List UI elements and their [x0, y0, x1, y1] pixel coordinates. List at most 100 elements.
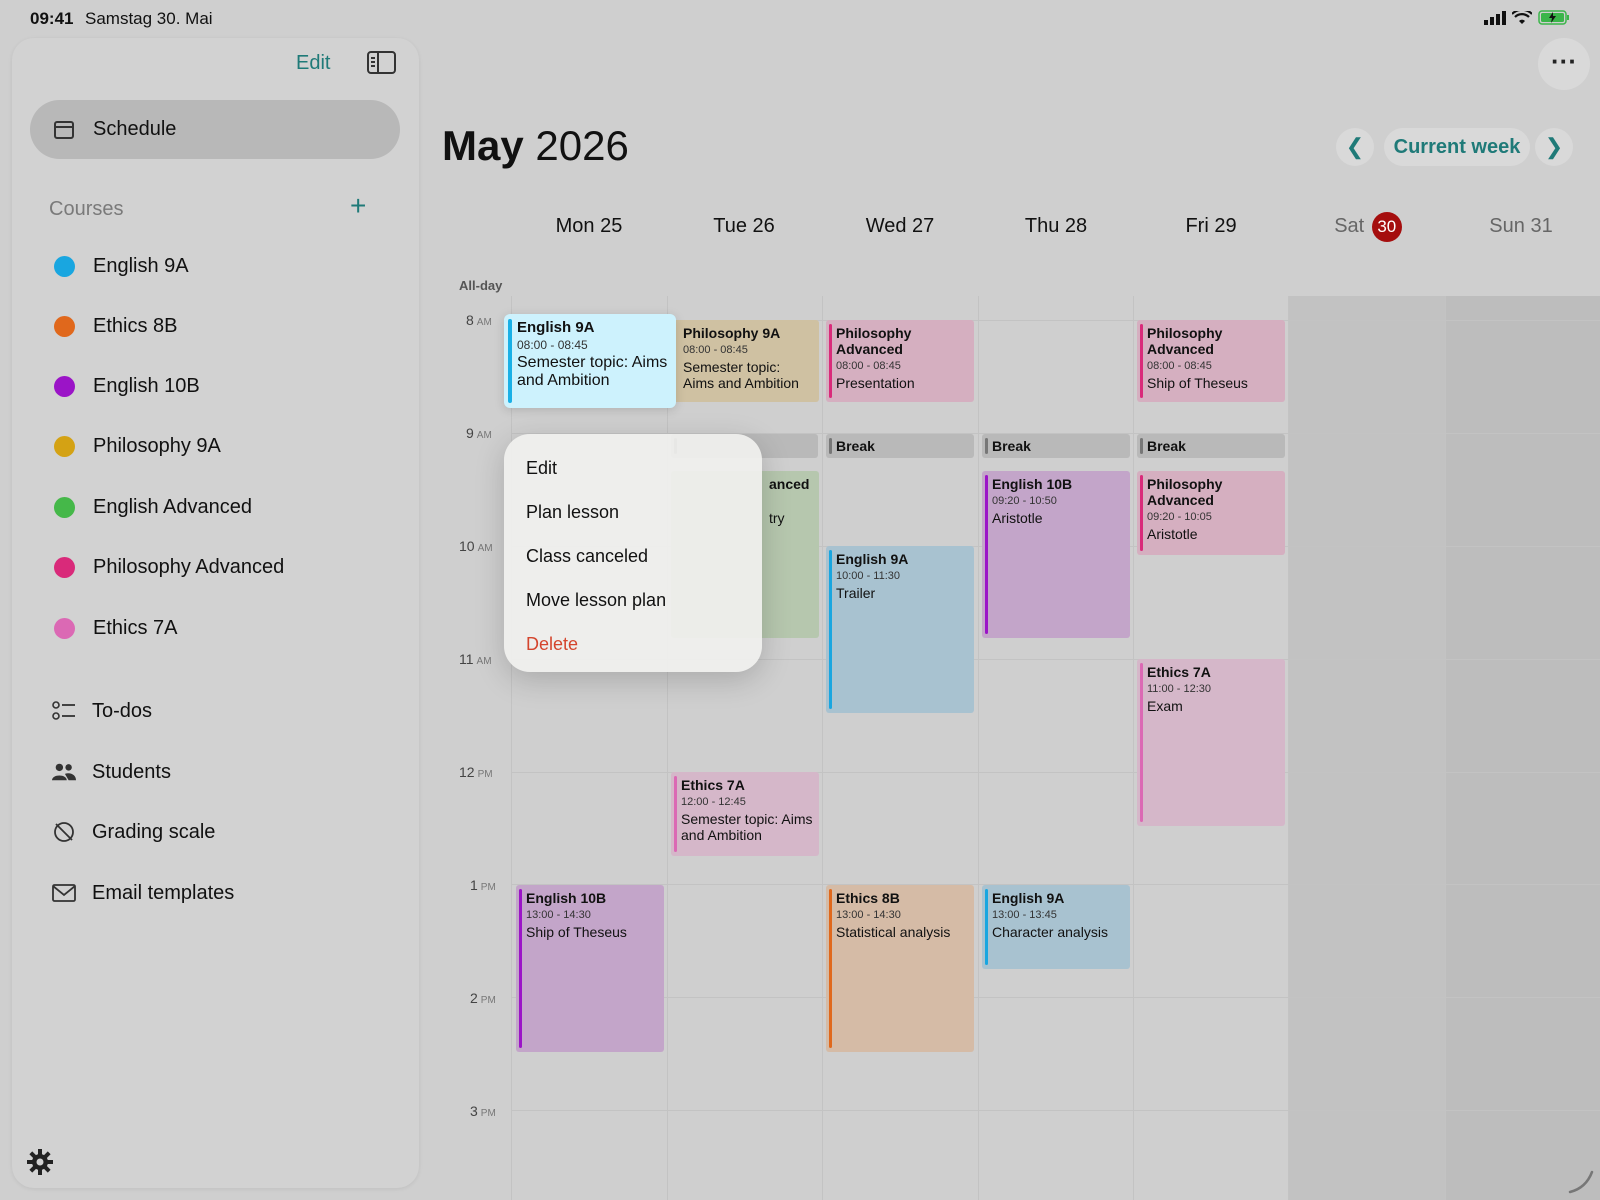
- menu-item-edit[interactable]: Edit: [504, 446, 762, 490]
- course-item-english-9a[interactable]: English 9A: [54, 246, 189, 286]
- menu-item-move-lesson-plan[interactable]: Move lesson plan: [504, 578, 762, 622]
- plus-icon[interactable]: +: [350, 192, 366, 220]
- break-event[interactable]: Break: [826, 434, 974, 458]
- current-week-button[interactable]: Current week: [1384, 128, 1530, 166]
- sidebar-item-email-templates[interactable]: Email templates: [52, 873, 234, 913]
- sidebar-item-students[interactable]: Students: [52, 752, 171, 792]
- gear-icon[interactable]: [26, 1148, 54, 1183]
- ellipsis-icon: ···: [1551, 46, 1577, 76]
- course-label: Philosophy 9A: [93, 434, 221, 457]
- course-label: English 10B: [93, 374, 200, 397]
- course-item-ethics-7a[interactable]: Ethics 7A: [54, 608, 177, 648]
- day-header-mon: Mon 25: [555, 215, 623, 237]
- today-badge: 30: [1371, 212, 1402, 242]
- event-ethics-8b[interactable]: Ethics 8B 13:00 - 14:30 Statistical anal…: [826, 885, 974, 1052]
- courses-header: Courses: [49, 198, 124, 220]
- menu-item-class-canceled[interactable]: Class canceled: [504, 534, 762, 578]
- cellular-signal-icon: [1484, 10, 1506, 25]
- calendar-icon: [54, 121, 74, 139]
- grid-line: [1288, 296, 1289, 1200]
- course-item-ethics-8b[interactable]: Ethics 8B: [54, 306, 177, 346]
- hour-label: 9 AM: [466, 425, 492, 441]
- grid-line: [978, 296, 979, 1200]
- hour-line: [511, 1110, 1600, 1111]
- grid-line: [511, 296, 512, 1200]
- resize-handle-icon[interactable]: [1566, 1166, 1596, 1196]
- event-english-9a[interactable]: English 9A 10:00 - 11:30 Trailer: [826, 546, 974, 713]
- hour-label: 10 AM: [459, 538, 493, 554]
- hour-label: 8 AM: [466, 312, 492, 328]
- day-header-sun: Sun 31: [1489, 215, 1553, 237]
- more-options-button[interactable]: ···: [1538, 38, 1590, 90]
- nav-label: To-dos: [92, 699, 153, 722]
- status-icons: [1484, 10, 1570, 25]
- checklist-icon: [52, 699, 76, 723]
- sidebar-item-grading-scale[interactable]: Grading scale: [52, 812, 215, 852]
- status-time: 09:41: [30, 9, 74, 28]
- event-english-9a-selected[interactable]: English 9A 08:00 - 08:45 Semester topic:…: [504, 314, 676, 408]
- grid-line: [822, 296, 823, 1200]
- hour-label: 3 PM: [470, 1103, 496, 1119]
- nav-label: Students: [92, 760, 171, 783]
- break-event[interactable]: Break: [982, 434, 1130, 458]
- course-color-dot: [54, 375, 75, 397]
- course-color-dot: [54, 315, 75, 337]
- course-color-dot: [54, 617, 75, 639]
- course-label: Philosophy Advanced: [93, 555, 285, 578]
- event-philosophy-advanced[interactable]: Philosophy Advanced 08:00 - 08:45 Ship o…: [1137, 320, 1285, 402]
- battery-charging-icon: [1538, 10, 1569, 25]
- course-color-dot: [54, 435, 75, 457]
- course-item-philosophy-9a[interactable]: Philosophy 9A: [54, 426, 221, 466]
- course-label: Ethics 7A: [93, 616, 178, 639]
- grid-line: [1133, 296, 1134, 1200]
- hour-label: 11 AM: [459, 651, 492, 667]
- event-philosophy-advanced[interactable]: Philosophy Advanced 09:20 - 10:05 Aristo…: [1137, 471, 1285, 555]
- event-philosophy-advanced[interactable]: Philosophy Advanced 08:00 - 08:45 Presen…: [826, 320, 974, 402]
- day-header-fri: Fri 29: [1185, 215, 1237, 237]
- weekend-column-sat: [1288, 296, 1445, 1200]
- grid-line: [1445, 296, 1446, 1200]
- sidebar-item-schedule[interactable]: [30, 100, 400, 159]
- hour-label: 12 PM: [459, 764, 493, 780]
- status-date: Samstag 30. Mai: [85, 9, 213, 28]
- menu-item-plan-lesson[interactable]: Plan lesson: [504, 490, 762, 534]
- event-english-10b[interactable]: English 10B 13:00 - 14:30 Ship of Theseu…: [516, 885, 664, 1052]
- day-header-tue: Tue 26: [713, 215, 775, 237]
- nav-label: Email templates: [92, 881, 235, 904]
- grid-line: [667, 296, 668, 1200]
- chevron-left-icon: ❮: [1345, 134, 1365, 159]
- grading-scale-icon: [52, 820, 76, 844]
- hour-line: [511, 997, 1600, 998]
- day-header-sat: Sat 30: [1292, 212, 1444, 242]
- course-label: Ethics 8B: [93, 314, 178, 337]
- event-philosophy-9a[interactable]: Philosophy 9A 08:00 - 08:45 Semester top…: [673, 320, 819, 402]
- break-event[interactable]: Break: [1137, 434, 1285, 458]
- event-english-9a[interactable]: English 9A 13:00 - 13:45 Character analy…: [982, 885, 1130, 969]
- previous-week-button[interactable]: ❮: [1336, 128, 1374, 166]
- course-item-english-10b[interactable]: English 10B: [54, 366, 200, 406]
- course-item-english-advanced[interactable]: English Advanced: [54, 487, 252, 527]
- course-item-philosophy-advanced[interactable]: Philosophy Advanced: [54, 547, 284, 587]
- context-menu: Edit Plan lesson Class canceled Move les…: [504, 434, 762, 672]
- chevron-right-icon: ❯: [1544, 134, 1564, 159]
- menu-item-delete[interactable]: Delete: [504, 622, 762, 666]
- envelope-icon: [52, 881, 76, 905]
- event-ethics-7a[interactable]: Ethics 7A 11:00 - 12:30 Exam: [1137, 659, 1285, 826]
- people-icon: [52, 760, 76, 784]
- sidebar-edit-button[interactable]: Edit: [296, 52, 330, 75]
- event-ethics-7a[interactable]: Ethics 7A 12:00 - 12:45 Semester topic: …: [671, 772, 819, 856]
- sidebar-toggle-icon[interactable]: [367, 51, 396, 74]
- course-color-dot: [54, 255, 75, 277]
- hour-label: 2 PM: [470, 990, 496, 1006]
- day-label: Sat: [1334, 215, 1365, 237]
- nav-label: Grading scale: [92, 820, 216, 843]
- weekend-column-sun: [1445, 296, 1600, 1200]
- sidebar-item-schedule-label: Schedule: [93, 118, 177, 140]
- event-english-10b[interactable]: English 10B 09:20 - 10:50 Aristotle: [982, 471, 1130, 638]
- page-title: May 2026: [442, 122, 629, 170]
- course-color-dot: [54, 556, 75, 578]
- sidebar-item-todos[interactable]: To-dos: [52, 691, 152, 731]
- day-header-thu: Thu 28: [1024, 215, 1088, 237]
- year-label: 2026: [535, 122, 629, 169]
- next-week-button[interactable]: ❯: [1535, 128, 1573, 166]
